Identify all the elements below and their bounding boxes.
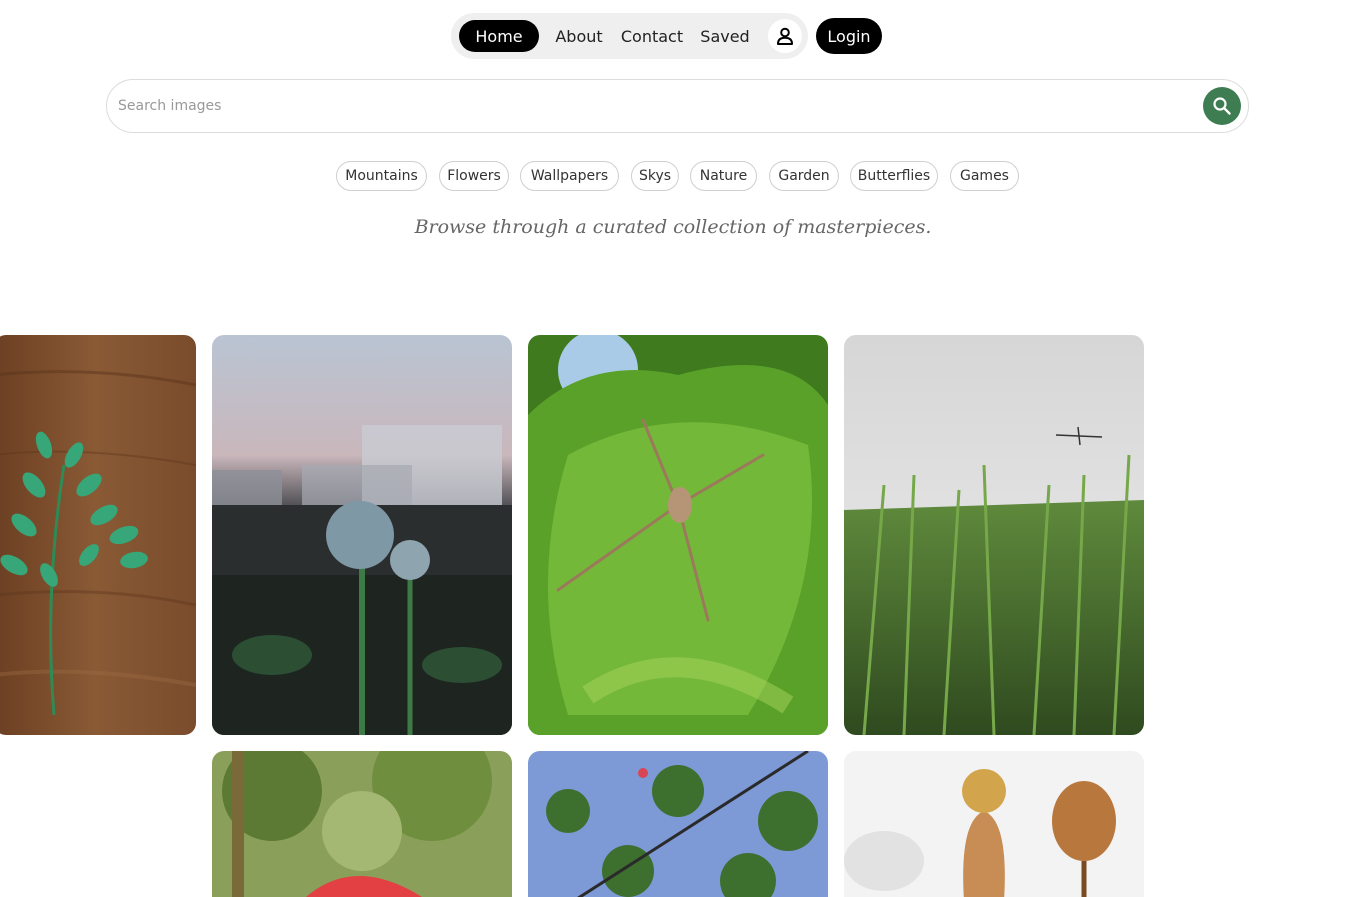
tag-butterflies[interactable]: Butterflies bbox=[850, 161, 938, 191]
gallery-image[interactable] bbox=[528, 335, 828, 735]
gallery-image[interactable] bbox=[212, 335, 512, 735]
gallery-image[interactable] bbox=[212, 751, 512, 897]
tagline: Browse through a curated collection of m… bbox=[414, 216, 932, 238]
tag-flowers[interactable]: Flowers bbox=[439, 161, 509, 191]
tag-mountains[interactable]: Mountains bbox=[336, 161, 427, 191]
search-input[interactable] bbox=[118, 92, 1188, 120]
gallery-image[interactable] bbox=[844, 751, 1144, 897]
user-profile-button[interactable] bbox=[768, 19, 802, 53]
nav-home-link[interactable]: Home bbox=[459, 20, 539, 52]
login-button[interactable]: Login bbox=[816, 18, 882, 54]
nav-saved-link[interactable]: Saved bbox=[697, 20, 753, 52]
nav-about-link[interactable]: About bbox=[552, 20, 606, 52]
user-icon bbox=[777, 27, 793, 45]
tag-nature[interactable]: Nature bbox=[690, 161, 757, 191]
search-button[interactable] bbox=[1203, 87, 1241, 125]
gallery-image[interactable] bbox=[0, 335, 196, 735]
gallery-image[interactable] bbox=[528, 751, 828, 897]
tag-wallpapers[interactable]: Wallpapers bbox=[520, 161, 619, 191]
tag-games[interactable]: Games bbox=[950, 161, 1019, 191]
tag-garden[interactable]: Garden bbox=[769, 161, 839, 191]
search-icon bbox=[1213, 97, 1231, 115]
gallery-image[interactable] bbox=[844, 335, 1144, 735]
nav-contact-link[interactable]: Contact bbox=[616, 20, 688, 52]
tag-skys[interactable]: Skys bbox=[631, 161, 679, 191]
